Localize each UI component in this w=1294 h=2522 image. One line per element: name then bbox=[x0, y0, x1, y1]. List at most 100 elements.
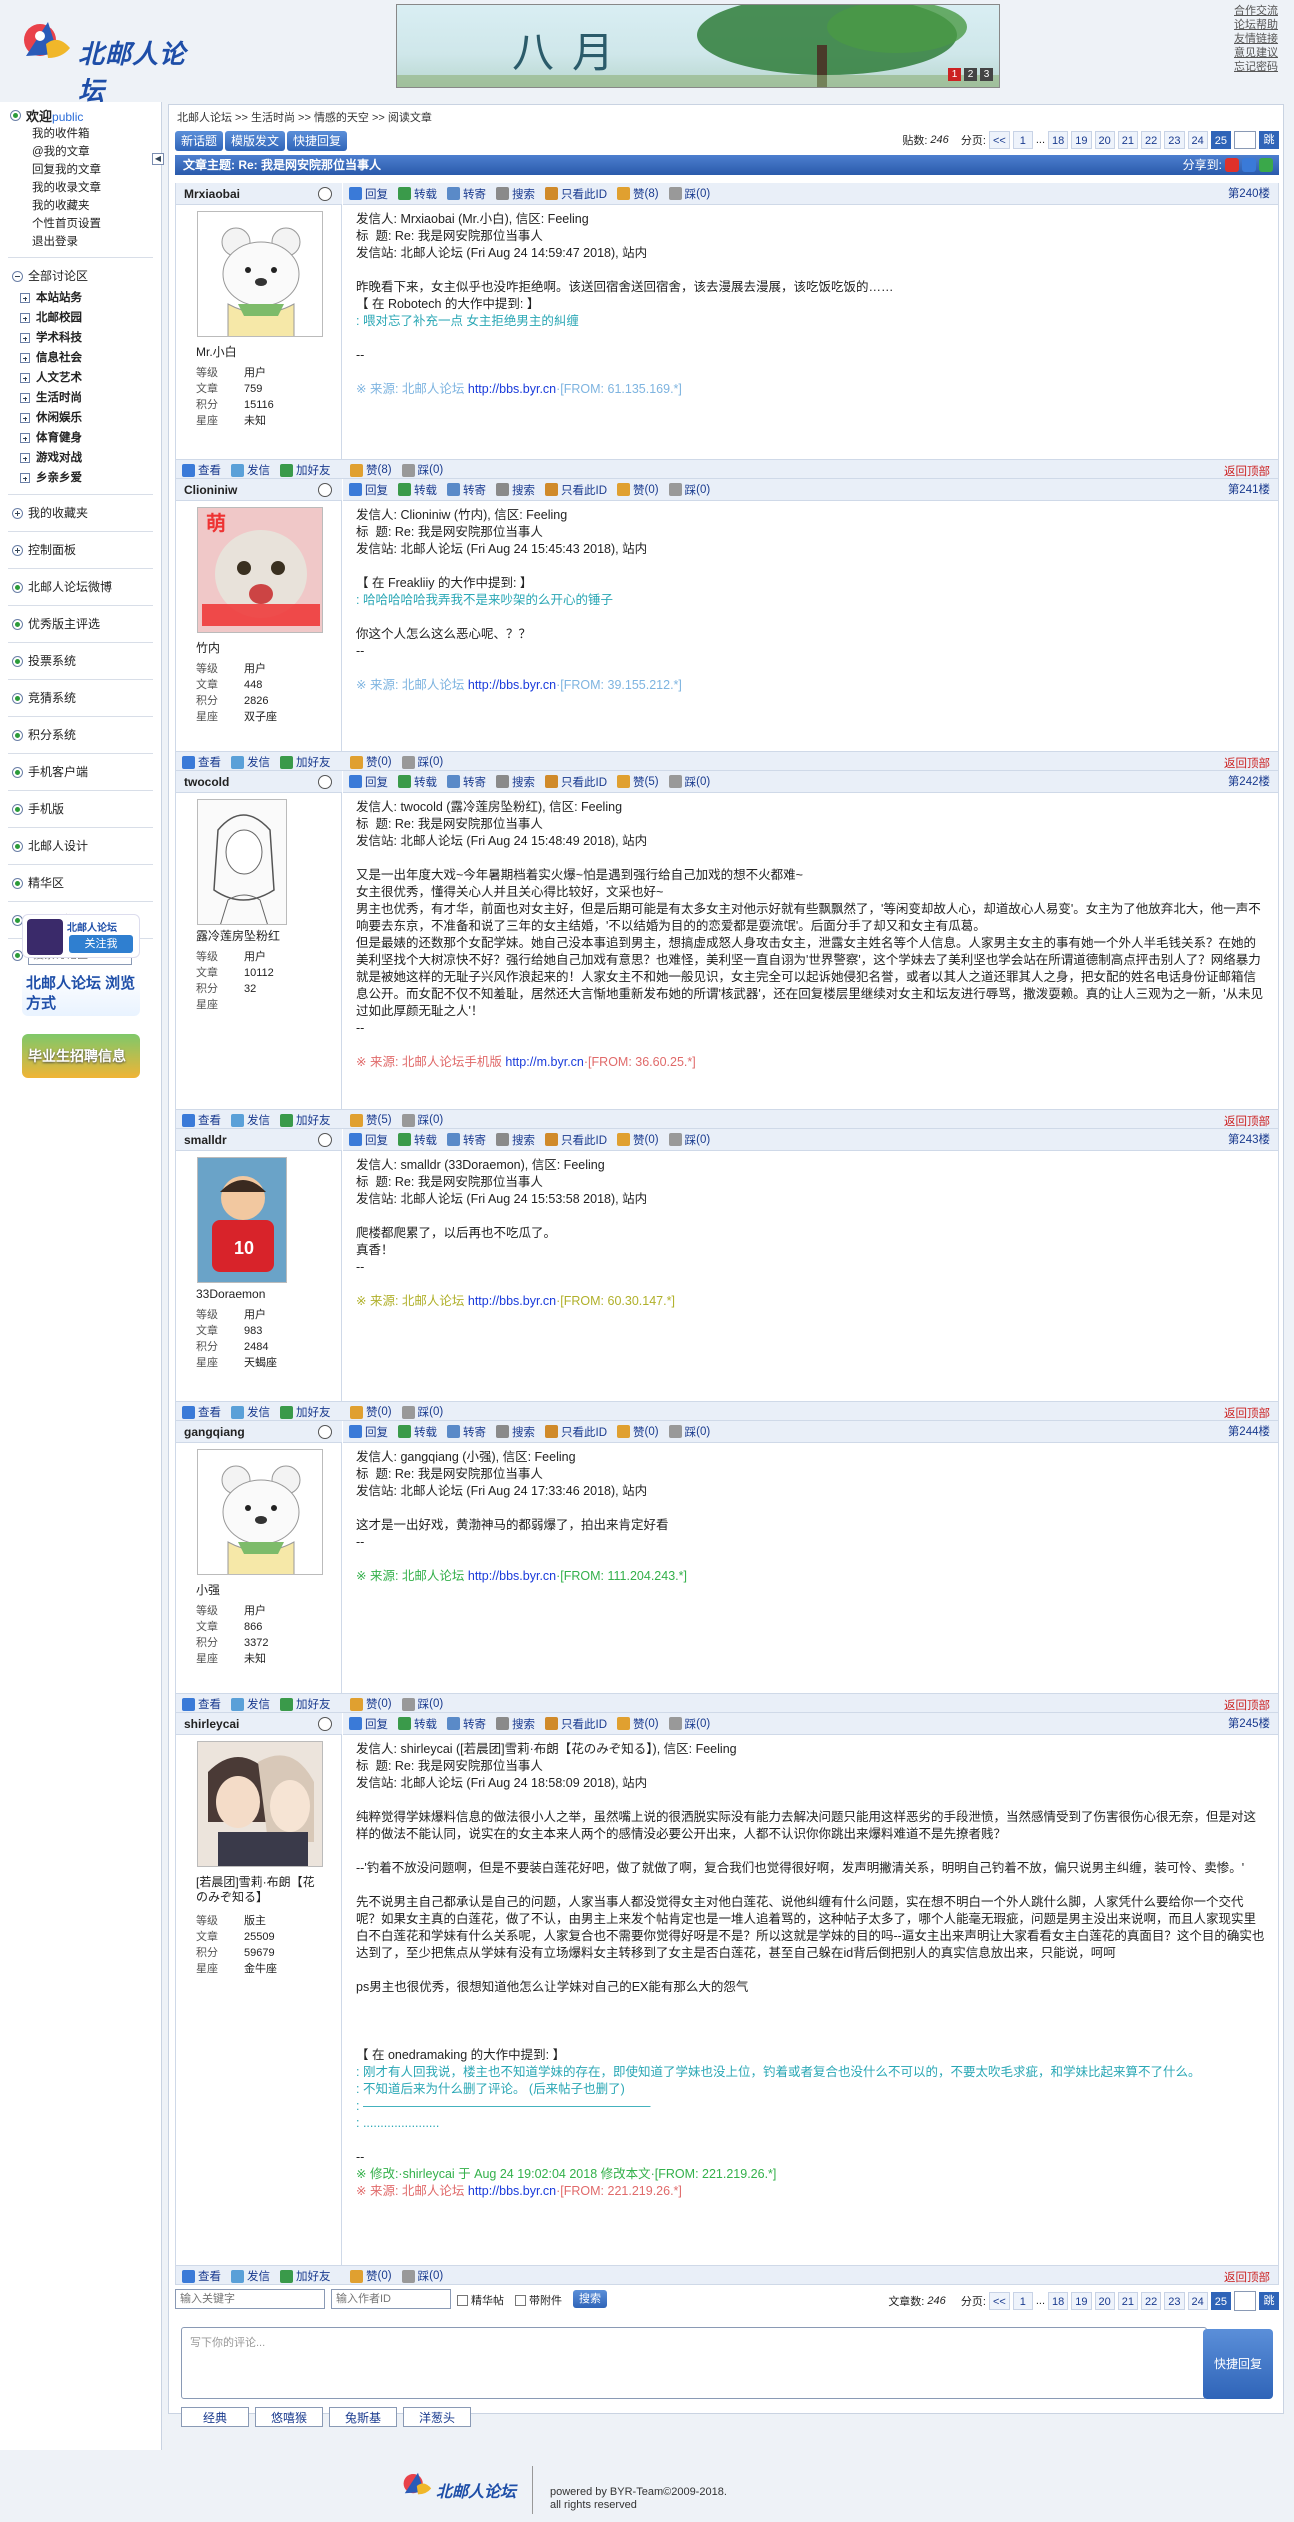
like-button[interactable]: 赞(5) bbox=[617, 774, 659, 790]
elite-filter[interactable]: 精华帖 bbox=[457, 2292, 504, 2308]
page-current[interactable]: 25 bbox=[1210, 131, 1231, 149]
dislike-button[interactable]: 踩(0) bbox=[401, 462, 443, 478]
dislike-button[interactable]: 踩(0) bbox=[668, 1716, 710, 1732]
floor-number[interactable]: 第243楼 bbox=[1228, 1129, 1270, 1151]
new-topic-button[interactable]: 新话题 bbox=[175, 131, 224, 151]
search-action[interactable]: 搜索 bbox=[496, 186, 535, 202]
dislike-button[interactable]: 踩(0) bbox=[401, 1696, 443, 1712]
dislike-button[interactable]: 踩(0) bbox=[401, 1404, 443, 1420]
keyword-search-input[interactable] bbox=[175, 2289, 325, 2309]
floor-number[interactable]: 第245楼 bbox=[1228, 1713, 1270, 1735]
link-collected[interactable]: 我的收录文章 bbox=[0, 179, 161, 197]
dislike-button[interactable]: 踩(0) bbox=[668, 1132, 710, 1148]
all-boards-toggle[interactable]: 全部讨论区 bbox=[0, 264, 161, 288]
avatar[interactable] bbox=[197, 1449, 323, 1575]
emoticon-tab[interactable]: 洋葱头 bbox=[403, 2407, 471, 2427]
page-link[interactable]: 21 bbox=[1117, 131, 1138, 149]
banner-dot[interactable]: 3 bbox=[980, 68, 993, 81]
share-douban-icon[interactable] bbox=[1259, 158, 1273, 172]
add-friend-button[interactable]: 加好友 bbox=[280, 2268, 331, 2284]
page-link[interactable]: 22 bbox=[1141, 131, 1162, 149]
board-item[interactable]: 游戏对战 bbox=[0, 448, 161, 468]
like-button[interactable]: 赞(5) bbox=[350, 1112, 392, 1128]
page-link[interactable]: 23 bbox=[1164, 2292, 1185, 2310]
message-button[interactable]: 发信 bbox=[231, 754, 270, 770]
avatar[interactable] bbox=[197, 211, 323, 337]
link-homepage-settings[interactable]: 个性首页设置 bbox=[0, 215, 161, 233]
source-link[interactable]: http://bbs.byr.cn bbox=[468, 382, 556, 396]
back-to-top-link[interactable]: 返回顶部 bbox=[1224, 1405, 1270, 1421]
search-action[interactable]: 搜索 bbox=[496, 1132, 535, 1148]
forward-action[interactable]: 转寄 bbox=[447, 774, 486, 790]
like-button[interactable]: 赞(0) bbox=[350, 1404, 392, 1420]
sidebar-item-points[interactable]: 积分系统 bbox=[0, 723, 161, 747]
floor-number[interactable]: 第242楼 bbox=[1228, 771, 1270, 793]
view-button[interactable]: 查看 bbox=[182, 1696, 221, 1712]
page-link[interactable]: 23 bbox=[1164, 131, 1185, 149]
footer-logo[interactable]: 北邮人论坛 bbox=[400, 2466, 530, 2514]
board-item[interactable]: 北邮校园 bbox=[0, 308, 161, 328]
link-friends[interactable]: 友情链接 bbox=[1234, 32, 1278, 46]
username[interactable]: public bbox=[52, 110, 83, 124]
source-link[interactable]: http://bbs.byr.cn bbox=[468, 678, 556, 692]
banner-dot[interactable]: 2 bbox=[964, 68, 977, 81]
board-item[interactable]: 生活时尚 bbox=[0, 388, 161, 408]
add-friend-button[interactable]: 加好友 bbox=[280, 1112, 331, 1128]
ad-browse-mode[interactable]: 北邮人论坛 浏览方式 bbox=[22, 972, 140, 1016]
floor-number[interactable]: 第244楼 bbox=[1228, 1421, 1270, 1443]
forward-action[interactable]: 转寄 bbox=[447, 1716, 486, 1732]
site-logo[interactable]: 北邮人论坛 bbox=[18, 14, 203, 106]
search-action[interactable]: 搜索 bbox=[496, 482, 535, 498]
sidebar-item-guess[interactable]: 竞猜系统 bbox=[0, 686, 161, 710]
reply-action[interactable]: 回复 bbox=[349, 186, 388, 202]
reply-action[interactable]: 回复 bbox=[349, 774, 388, 790]
like-button[interactable]: 赞(0) bbox=[617, 482, 659, 498]
board-item[interactable]: 乡亲乡爱 bbox=[0, 468, 161, 488]
forward-action[interactable]: 转寄 bbox=[447, 1132, 486, 1148]
sidebar-item-digest[interactable]: 精华区 bbox=[0, 871, 161, 895]
dislike-button[interactable]: 踩(0) bbox=[668, 186, 710, 202]
sidebar-item-design[interactable]: 北邮人设计 bbox=[0, 834, 161, 858]
page-jump-input[interactable] bbox=[1234, 131, 1256, 149]
template-post-button[interactable]: 模版发文 bbox=[225, 131, 286, 151]
crumb-home[interactable]: 北邮人论坛 bbox=[177, 112, 232, 124]
page-link[interactable]: 24 bbox=[1187, 2292, 1208, 2310]
poster-id[interactable]: Mrxiaobai bbox=[176, 183, 342, 205]
checkbox-icon[interactable] bbox=[515, 2294, 526, 2306]
share-renren-icon[interactable] bbox=[1242, 158, 1256, 172]
avatar[interactable]: 萌 bbox=[197, 507, 323, 633]
link-cooperation[interactable]: 合作交流 bbox=[1234, 4, 1278, 18]
poster-id[interactable]: gangqiang bbox=[176, 1421, 342, 1443]
board-item[interactable]: 本站站务 bbox=[0, 288, 161, 308]
forward-action[interactable]: 转寄 bbox=[447, 1424, 486, 1440]
poster-id[interactable]: shirleycai bbox=[176, 1713, 342, 1735]
add-friend-button[interactable]: 加好友 bbox=[280, 1404, 331, 1420]
page-link[interactable]: 21 bbox=[1117, 2292, 1138, 2310]
reply-action[interactable]: 回复 bbox=[349, 482, 388, 498]
page-jump-input[interactable] bbox=[1234, 2291, 1256, 2311]
ad-jobs[interactable]: 毕业生招聘信息 bbox=[22, 1034, 140, 1078]
message-button[interactable]: 发信 bbox=[231, 462, 270, 478]
page-jump-button[interactable]: 跳 bbox=[1259, 131, 1279, 149]
page-link[interactable]: 22 bbox=[1141, 2292, 1162, 2310]
floor-number[interactable]: 第241楼 bbox=[1228, 479, 1270, 501]
only-id-action[interactable]: 只看此ID bbox=[545, 1716, 607, 1732]
dislike-button[interactable]: 踩(0) bbox=[401, 2268, 443, 2284]
poster-id[interactable]: smalldr bbox=[176, 1129, 342, 1151]
repost-action[interactable]: 转载 bbox=[398, 1424, 437, 1440]
page-link[interactable]: 20 bbox=[1094, 2292, 1115, 2310]
message-button[interactable]: 发信 bbox=[231, 1696, 270, 1712]
like-button[interactable]: 赞(0) bbox=[617, 1132, 659, 1148]
dislike-button[interactable]: 踩(0) bbox=[668, 774, 710, 790]
page-link[interactable]: 19 bbox=[1071, 131, 1092, 149]
like-button[interactable]: 赞(0) bbox=[350, 1696, 392, 1712]
emoticon-tab[interactable]: 悠嘻猴 bbox=[255, 2407, 323, 2427]
avatar[interactable]: 10 bbox=[197, 1157, 287, 1283]
add-friend-button[interactable]: 加好友 bbox=[280, 754, 331, 770]
view-button[interactable]: 查看 bbox=[182, 1404, 221, 1420]
sidebar-item-favorites[interactable]: 我的收藏夹 bbox=[0, 501, 161, 525]
ad-weibo-follow[interactable]: 北邮人论坛 关注我 bbox=[22, 914, 140, 958]
page-jump-button[interactable]: 跳 bbox=[1259, 2292, 1279, 2310]
page-link[interactable]: 1 bbox=[1012, 2292, 1033, 2310]
crumb-section[interactable]: 生活时尚 bbox=[251, 112, 295, 124]
